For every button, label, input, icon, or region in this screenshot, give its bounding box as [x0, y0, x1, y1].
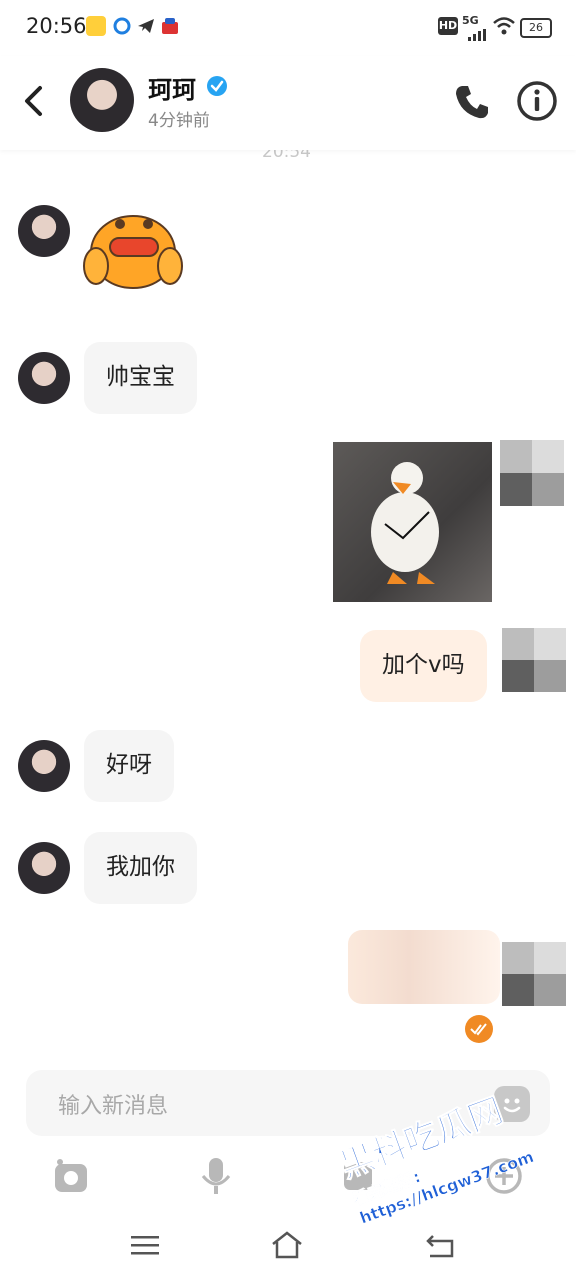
signal-icon — [468, 26, 486, 45]
duck-photo[interactable] — [333, 442, 492, 602]
back-button[interactable] — [18, 84, 52, 118]
info-button[interactable] — [516, 80, 558, 122]
last-seen-status: 4分钟前 — [148, 111, 210, 131]
chevron-left-icon — [25, 86, 42, 116]
telegram-icon — [136, 16, 156, 36]
app-notification-icon — [86, 16, 106, 36]
orange-blob-sticker[interactable] — [80, 208, 186, 292]
incoming-message-bubble[interactable]: 我加你 — [84, 832, 197, 904]
status-bar: 20:56 HD 5G 26 — [0, 0, 576, 56]
voice-button[interactable] — [196, 1156, 236, 1196]
verified-badge-icon — [206, 75, 228, 97]
contact-avatar[interactable] — [18, 740, 70, 792]
back-nav-button[interactable] — [424, 1230, 458, 1260]
wifi-icon — [492, 16, 516, 40]
home-button[interactable] — [270, 1230, 304, 1260]
contact-avatar[interactable] — [18, 842, 70, 894]
menu-icon — [131, 1236, 159, 1255]
chat-header: 珂珂 4分钟前 — [0, 56, 576, 150]
my-avatar-pixelated[interactable] — [500, 440, 564, 506]
return-icon — [426, 1235, 454, 1258]
message-input-placeholder: 输入新消息 — [58, 1094, 169, 1119]
contact-avatar[interactable] — [18, 205, 70, 257]
game-app-icon — [160, 16, 180, 36]
recent-apps-button[interactable] — [128, 1230, 162, 1260]
contact-avatar[interactable] — [70, 68, 134, 132]
contact-name: 珂珂 — [148, 76, 196, 104]
outgoing-message-bubble[interactable]: 加个v吗 — [360, 630, 487, 702]
call-button[interactable] — [452, 82, 492, 122]
hd-badge: HD — [438, 17, 458, 35]
camera-sparkle-icon — [55, 1159, 87, 1192]
microphone-icon — [201, 1158, 231, 1194]
photo-button[interactable] — [52, 1156, 92, 1196]
status-time: 20:56 — [26, 14, 87, 38]
read-receipt-icon — [464, 1014, 494, 1044]
info-icon — [517, 81, 557, 121]
loop-app-icon — [112, 16, 132, 36]
my-avatar-pixelated[interactable] — [502, 942, 566, 1006]
contact-avatar[interactable] — [18, 352, 70, 404]
incoming-message-bubble[interactable]: 好呀 — [84, 730, 174, 802]
home-icon — [272, 1231, 302, 1259]
phone-icon — [456, 86, 488, 119]
incoming-message-bubble[interactable]: 帅宝宝 — [84, 342, 197, 414]
my-avatar-pixelated[interactable] — [502, 628, 566, 692]
blurred-outgoing-message[interactable] — [348, 930, 500, 1004]
battery-indicator: 26 — [520, 18, 552, 38]
